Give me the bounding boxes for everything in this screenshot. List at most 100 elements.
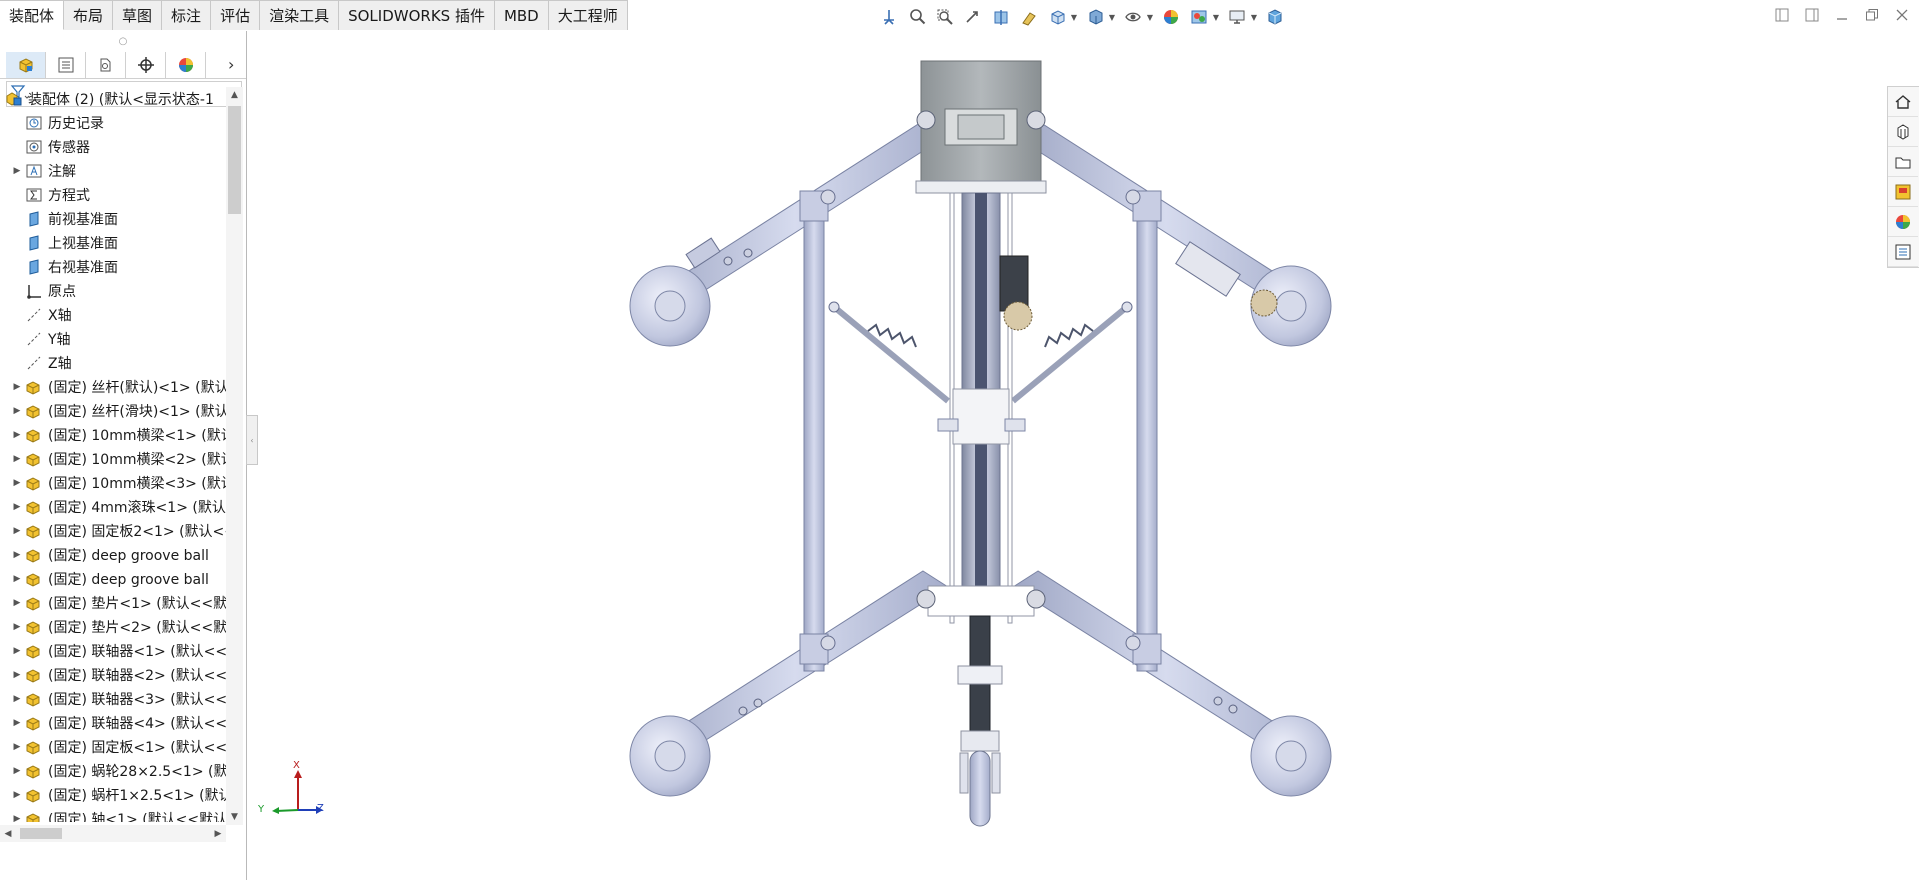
tree-item[interactable]: ▶右视基准面 — [0, 255, 226, 279]
tree-component-item[interactable]: ▶ (固定) 联轴器<2> (默认<< — [0, 663, 226, 687]
panel-right-icon[interactable] — [1803, 6, 1821, 24]
chevron-left-icon[interactable]: ◀ — [0, 825, 16, 842]
design-library-icon[interactable] — [1888, 117, 1918, 147]
tree-component-item[interactable]: ▶ (固定) 垫片<2> (默认<<默 — [0, 615, 226, 639]
tree-item[interactable]: ▶ 注解 — [0, 159, 226, 183]
custom-properties-icon[interactable] — [1888, 237, 1918, 267]
tree-item[interactable]: ▶Y轴 — [0, 327, 226, 351]
expand-arrow-icon[interactable]: ▶ — [10, 790, 24, 800]
chevron-up-icon[interactable]: ▲ — [226, 87, 243, 103]
tree-item[interactable]: ▶历史记录 — [0, 111, 226, 135]
tree-item[interactable]: ▶上视基准面 — [0, 231, 226, 255]
hide-show-icon[interactable] — [1122, 6, 1144, 28]
expand-arrow-icon[interactable]: ▶ — [10, 478, 24, 488]
tab-3[interactable]: 标注 — [162, 0, 212, 30]
chevron-down-icon[interactable]: ▼ — [226, 809, 243, 825]
scrollbar-thumb[interactable] — [228, 106, 241, 214]
minimize-icon[interactable] — [1833, 6, 1851, 24]
tree-root-assembly[interactable]: 装配体 (2) (默认<显示状态-1 — [0, 87, 226, 111]
configurationmanager-tab[interactable] — [86, 51, 126, 78]
tree-component-item[interactable]: ▶ (固定) deep groove ball — [0, 543, 226, 567]
tree-component-item[interactable]: ▶ (固定) 固定板<1> (默认<< — [0, 735, 226, 759]
dynamic-annotation-icon[interactable] — [1018, 6, 1040, 28]
view-settings-icon[interactable] — [1226, 6, 1248, 28]
chevron-down-icon[interactable]: ▼ — [1250, 6, 1258, 28]
expand-arrow-icon[interactable]: ▶ — [10, 814, 24, 822]
expand-arrow-icon[interactable]: ▶ — [10, 742, 24, 752]
file-explorer-icon[interactable] — [1888, 147, 1918, 177]
appearances-icon[interactable] — [1888, 207, 1918, 237]
tree-component-item[interactable]: ▶ (固定) 垫片<1> (默认<<默 — [0, 591, 226, 615]
tab-7[interactable]: MBD — [494, 0, 549, 30]
expand-arrow-icon[interactable]: ▶ — [10, 670, 24, 680]
tab-0[interactable]: 装配体 — [0, 0, 65, 30]
tree-component-item[interactable]: ▶ (固定) 联轴器<1> (默认<< — [0, 639, 226, 663]
tree-component-item[interactable]: ▶ (固定) 10mm横梁<3> (默认 — [0, 471, 226, 495]
3d-view-icon[interactable] — [1264, 6, 1286, 28]
section-view-icon[interactable] — [990, 6, 1012, 28]
expand-arrow-icon[interactable]: ▶ — [10, 550, 24, 560]
chevron-down-icon[interactable]: ▼ — [1108, 6, 1116, 28]
chevron-down-icon[interactable]: ▼ — [1070, 6, 1078, 28]
expand-arrow-icon[interactable]: ▶ — [10, 406, 24, 416]
tree-item[interactable]: ▶传感器 — [0, 135, 226, 159]
tree-item[interactable]: ▶X轴 — [0, 303, 226, 327]
view-orientation-icon[interactable] — [878, 6, 900, 28]
tab-5[interactable]: 渲染工具 — [260, 0, 340, 30]
zoom-to-fit-icon[interactable] — [906, 6, 928, 28]
close-icon[interactable] — [1893, 6, 1911, 24]
expand-arrow-icon[interactable]: ▶ — [10, 382, 24, 392]
propertymanager-tab[interactable] — [46, 51, 86, 78]
expand-arrow-icon[interactable]: ▶ — [10, 766, 24, 776]
tree-component-item[interactable]: ▶ (固定) deep groove ball — [0, 567, 226, 591]
expand-arrow-icon[interactable]: ▶ — [10, 622, 24, 632]
chevron-right-icon[interactable]: ▶ — [210, 825, 226, 842]
displaymanager-tab[interactable] — [166, 51, 206, 78]
expand-arrow-icon[interactable]: ▶ — [10, 574, 24, 584]
display-style-icon[interactable] — [1084, 6, 1106, 28]
expand-arrow-icon[interactable]: ▶ — [10, 454, 24, 464]
panel-left-icon[interactable] — [1773, 6, 1791, 24]
tree-item[interactable]: ▶原点 — [0, 279, 226, 303]
graphics-area[interactable] — [248, 31, 1888, 880]
expand-arrow-icon[interactable]: ▶ — [10, 694, 24, 704]
zoom-to-area-icon[interactable] — [934, 6, 956, 28]
expand-arrow-icon[interactable]: ▶ — [10, 166, 24, 176]
tree-component-item[interactable]: ▶ (固定) 蜗杆1×2.5<1> (默认 — [0, 783, 226, 807]
tree-component-item[interactable]: ▶ (固定) 丝杆(滑块)<1> (默认 — [0, 399, 226, 423]
tree-vertical-scrollbar[interactable]: ▲ ▼ — [226, 87, 243, 825]
tree-component-item[interactable]: ▶ (固定) 固定板2<1> (默认<< — [0, 519, 226, 543]
tree-item[interactable]: ▶Z轴 — [0, 351, 226, 375]
tree-component-item[interactable]: ▶ (固定) 联轴器<4> (默认<< — [0, 711, 226, 735]
expand-arrow-icon[interactable]: ▶ — [10, 502, 24, 512]
tree-component-item[interactable]: ▶ (固定) 10mm横梁<1> (默认 — [0, 423, 226, 447]
tree-component-item[interactable]: ▶ (固定) 10mm横梁<2> (默认 — [0, 447, 226, 471]
tree-component-item[interactable]: ▶ (固定) 蜗轮28×2.5<1> (默 — [0, 759, 226, 783]
view-palette-icon[interactable] — [1888, 177, 1918, 207]
view-orientation-cube-icon[interactable] — [1046, 6, 1068, 28]
chevron-down-icon[interactable]: ▼ — [1212, 6, 1220, 28]
featuremanager-tab[interactable] — [6, 51, 46, 78]
tab-2[interactable]: 草图 — [113, 0, 163, 30]
tree-component-item[interactable]: ▶ (固定) 轴<1> (默认<<默认 — [0, 807, 226, 822]
home-icon[interactable] — [1888, 87, 1918, 117]
tree-item[interactable]: ▶方程式 — [0, 183, 226, 207]
scrollbar-thumb[interactable] — [20, 828, 62, 839]
expand-arrow-icon[interactable]: ▶ — [10, 646, 24, 656]
apply-scene-icon[interactable] — [1188, 6, 1210, 28]
tab-8[interactable]: 大工程师 — [548, 0, 628, 30]
previous-view-icon[interactable] — [962, 6, 984, 28]
expand-arrow-icon[interactable]: ▶ — [10, 526, 24, 536]
tab-6[interactable]: SOLIDWORKS 插件 — [339, 0, 495, 30]
expand-arrow-icon[interactable]: ▶ — [10, 598, 24, 608]
tree-component-item[interactable]: ▶ (固定) 4mm滚珠<1> (默认< — [0, 495, 226, 519]
tree-item[interactable]: ▶前视基准面 — [0, 207, 226, 231]
tree-component-item[interactable]: ▶ (固定) 联轴器<3> (默认<< — [0, 687, 226, 711]
tab-4[interactable]: 评估 — [211, 0, 261, 30]
tab-1[interactable]: 布局 — [64, 0, 114, 30]
chevron-right-icon[interactable]: › — [228, 55, 234, 74]
tree-component-item[interactable]: ▶ (固定) 丝杆(默认)<1> (默认 — [0, 375, 226, 399]
restore-icon[interactable] — [1863, 6, 1881, 24]
expand-arrow-icon[interactable]: ▶ — [10, 718, 24, 728]
expand-arrow-icon[interactable]: ▶ — [10, 430, 24, 440]
